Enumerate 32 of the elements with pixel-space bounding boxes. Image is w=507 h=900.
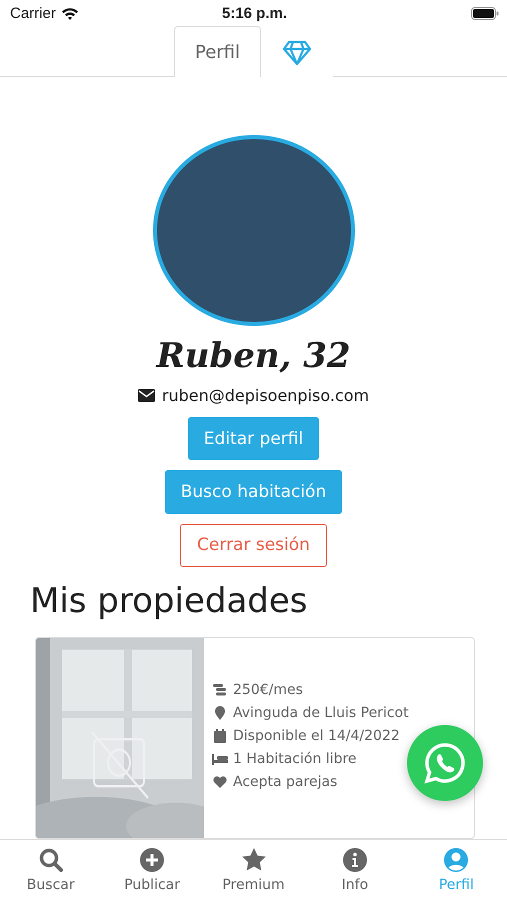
property-detail: Disponible el 14/4/2022 <box>233 728 400 744</box>
section-title: Mis propiedades <box>30 580 308 621</box>
nav-item[interactable]: Premium <box>202 840 304 900</box>
envelope-icon <box>138 388 155 402</box>
email-address: ruben@depisoenpiso.com <box>162 386 370 405</box>
diamond-icon <box>282 40 312 66</box>
phone-bubble-icon <box>423 741 467 785</box>
property-detail: 1 Habitación libre <box>233 750 357 767</box>
coins-icon <box>212 682 228 697</box>
profile-tab[interactable]: Perfil <box>174 26 262 77</box>
logout-button[interactable]: Cerrar sesión <box>180 524 327 567</box>
search-icon <box>38 847 64 873</box>
plus-icon <box>139 847 166 873</box>
property-detail: 250€/mes <box>233 682 303 698</box>
nav-item[interactable]: Info <box>304 840 406 900</box>
heart-icon <box>212 774 228 789</box>
star-icon <box>240 847 267 873</box>
battery-icon <box>471 6 499 20</box>
bed-icon <box>212 752 228 766</box>
wifi-icon <box>60 6 79 20</box>
profile-name: Ruben, 32 <box>156 336 351 376</box>
clock-time: 5:16 p.m. <box>222 4 288 22</box>
carrier-label: Carrier <box>10 4 56 22</box>
user-icon <box>443 847 470 873</box>
whatsapp-button[interactable] <box>407 725 483 801</box>
pin-icon <box>212 706 228 720</box>
nav-item[interactable]: Publicar <box>101 840 203 900</box>
calendar-icon <box>212 728 228 743</box>
info-icon <box>342 847 368 873</box>
property-detail: Avinguda de Lluis Pericot <box>233 704 409 721</box>
nav-item[interactable]: Buscar <box>0 840 102 900</box>
property-detail: Acepta parejas <box>233 774 338 790</box>
